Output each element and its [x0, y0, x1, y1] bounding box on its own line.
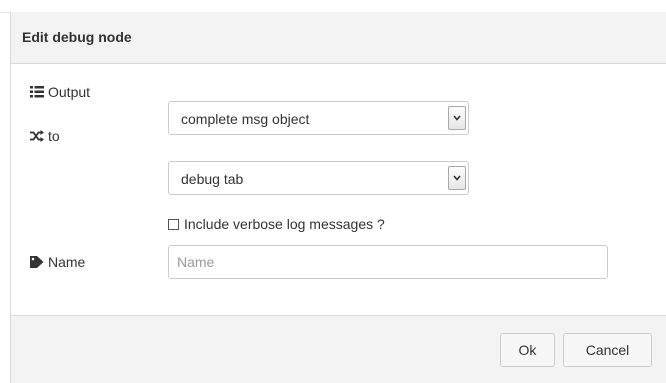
edit-debug-node-dialog: Edit debug node Output complete msg obje… [10, 12, 666, 383]
to-select-dropdown-button[interactable] [448, 166, 466, 190]
dialog-title: Edit debug node [22, 29, 132, 45]
to-label: to [30, 128, 60, 144]
output-select[interactable]: complete msg object [168, 101, 469, 135]
verbose-checkbox-row[interactable]: Include verbose log messages ? [168, 216, 385, 232]
tag-icon [30, 256, 44, 268]
chevron-down-icon [453, 115, 461, 121]
chevron-down-icon [453, 175, 461, 181]
output-select-dropdown-button[interactable] [448, 106, 466, 130]
to-select-value: debug tab [181, 171, 244, 187]
verbose-checkbox[interactable] [168, 218, 179, 230]
to-select[interactable]: debug tab [168, 161, 469, 195]
ok-button[interactable]: Ok [500, 333, 555, 367]
output-select-value: complete msg object [181, 111, 310, 127]
name-label-text: Name [48, 254, 86, 270]
dialog-footer: Ok Cancel [11, 315, 666, 383]
output-label-text: Output [48, 84, 91, 100]
dialog-body: Output complete msg object to debug tab … [11, 64, 666, 315]
to-label-text: to [48, 128, 60, 144]
cancel-button[interactable]: Cancel [563, 333, 652, 367]
name-input[interactable] [168, 245, 608, 279]
dialog-header: Edit debug node [11, 12, 666, 64]
name-label: Name [30, 254, 85, 270]
output-label: Output [30, 84, 90, 100]
verbose-checkbox-label: Include verbose log messages ? [184, 216, 385, 232]
list-icon [30, 86, 44, 98]
random-icon [30, 130, 44, 142]
